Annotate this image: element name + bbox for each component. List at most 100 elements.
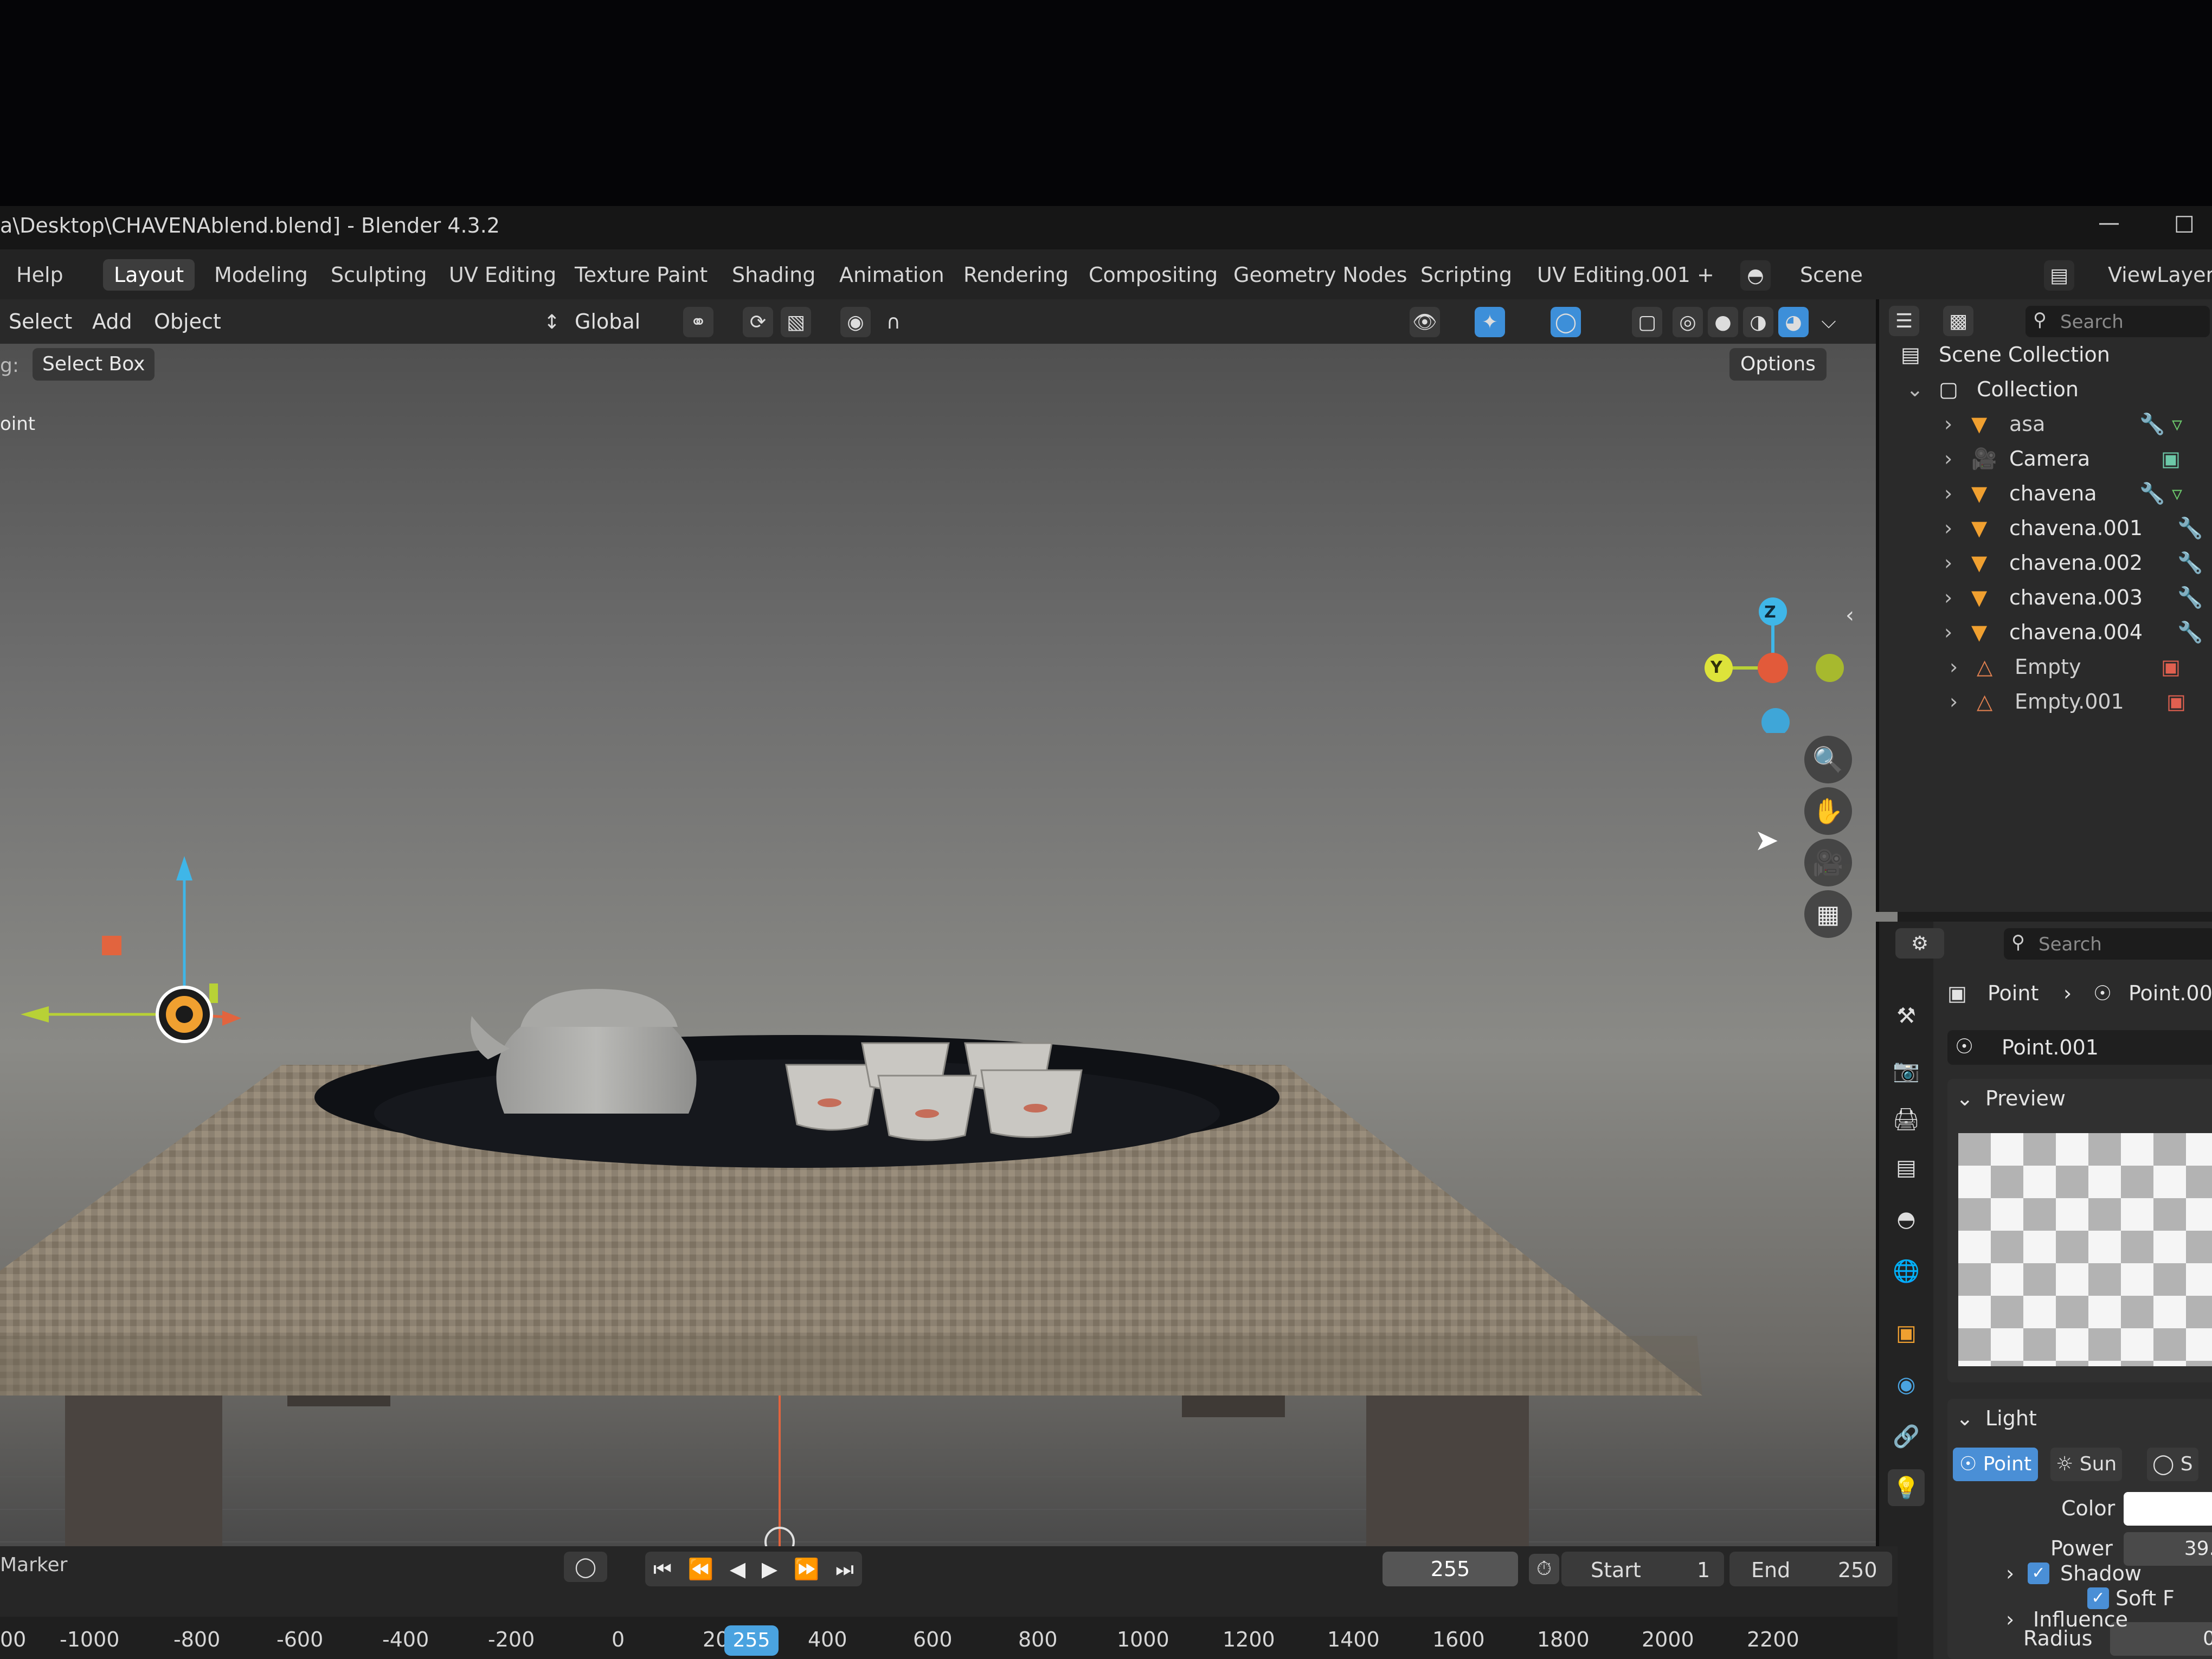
chevron-right-icon[interactable]: › — [1944, 511, 1952, 545]
pan-hand-icon[interactable]: ✋ — [1804, 787, 1852, 835]
snap-target-icon[interactable]: ▧ — [781, 307, 811, 337]
falloff-icon[interactable]: ∩ — [878, 307, 909, 337]
auto-keying-icon[interactable]: ◯ — [564, 1552, 607, 1582]
outliner-item-camera[interactable]: › 🎥 Camera ▣ — [1879, 441, 2212, 476]
view-layer-icon[interactable]: ▤ — [2044, 260, 2074, 291]
transform-orientation-dropdown[interactable]: Global — [575, 306, 640, 337]
start-frame-field[interactable]: Start 1 — [1561, 1552, 1724, 1586]
previous-keyframe-icon[interactable]: ⏪ — [688, 1557, 713, 1581]
outliner-item-empty[interactable]: › △ Empty ▣ — [1879, 650, 2212, 684]
chevron-right-icon[interactable]: › — [1944, 476, 1952, 511]
wrench-icon[interactable]: 🔧 — [2177, 511, 2203, 545]
chevron-right-icon[interactable]: › — [1944, 441, 1952, 476]
scene-selector[interactable]: Scene — [1800, 259, 1863, 291]
outliner-filter-icon[interactable]: ▩ — [1943, 306, 1973, 336]
outliner-item-chavena-002[interactable]: › ▼ chavena.002 🔧 — [1879, 545, 2212, 580]
material-shading-icon[interactable]: ◑ — [1743, 307, 1773, 337]
light-type-spot[interactable]: ◯ S — [2147, 1448, 2198, 1481]
output-tab-icon[interactable]: 🖨 — [1888, 1101, 1925, 1137]
camera-view-icon[interactable]: 🎥 — [1804, 839, 1852, 886]
chevron-right-icon[interactable]: › — [1944, 545, 1952, 580]
snap-icon[interactable]: ⟳ — [743, 307, 773, 337]
play-icon[interactable]: ▶ — [762, 1557, 777, 1581]
playhead-frame[interactable]: 255 — [724, 1625, 779, 1656]
chevron-down-icon[interactable]: ⌄ — [1956, 1406, 1973, 1430]
image-empty-icon[interactable]: ▣ — [2166, 684, 2186, 719]
light-color-swatch[interactable] — [2124, 1492, 2212, 1526]
preview-header[interactable]: Preview — [1985, 1086, 2066, 1110]
chevron-right-icon[interactable]: › — [1950, 650, 1958, 684]
outliner-item-chavena-004[interactable]: › ▼ chavena.004 🔧 — [1879, 615, 2212, 650]
tab-scripting[interactable]: Scripting — [1410, 259, 1523, 291]
outliner-item-empty-001[interactable]: › △ Empty.001 ▣ — [1879, 684, 2212, 719]
add-menu[interactable]: Add — [92, 306, 132, 337]
current-frame-field[interactable]: 255 — [1382, 1552, 1518, 1586]
sidebar-toggle-chevron-icon[interactable]: ‹ — [1846, 603, 1854, 628]
tab-layout[interactable]: Layout — [103, 259, 195, 291]
wrench-icon[interactable]: 🔧 — [2177, 615, 2203, 650]
solid-shading-icon[interactable]: ● — [1708, 307, 1738, 337]
tab-uv-editing-001[interactable]: UV Editing.001 — [1526, 259, 1701, 291]
light-datablock-selector[interactable]: ☉ Point.001 — [1947, 1030, 2212, 1065]
wireframe-shading-icon[interactable]: ◎ — [1673, 307, 1703, 337]
xray-toggle-icon[interactable]: ▢ — [1632, 307, 1662, 337]
jump-to-end-icon[interactable]: ⏭ — [835, 1557, 854, 1581]
influence-subpanel[interactable]: › Influence — [2006, 1602, 2212, 1640]
tab-rendering[interactable]: Rendering — [953, 259, 1079, 291]
image-empty-icon[interactable]: ▣ — [2161, 650, 2181, 684]
light-type-sun[interactable]: ☼ Sun — [2050, 1448, 2123, 1481]
proportional-edit-icon[interactable]: ◉ — [840, 307, 871, 337]
outliner-item-asa[interactable]: › ▼ asa 🔧 ▿ — [1879, 407, 2212, 441]
tool-tab-icon[interactable]: ⚒ — [1888, 998, 1925, 1034]
properties-search-input[interactable]: ⚲ Search — [2004, 928, 2212, 960]
overlay-toggle-icon[interactable]: ◯ — [1551, 307, 1581, 337]
world-tab-icon[interactable]: 🌐 — [1888, 1252, 1925, 1289]
chevron-down-icon[interactable]: ⌄ — [1906, 372, 1924, 407]
marker-menu[interactable]: Marker — [0, 1554, 67, 1576]
outliner-search-input[interactable]: ⚲ Search — [2025, 306, 2210, 337]
help-menu[interactable]: Help — [5, 259, 74, 291]
next-keyframe-icon[interactable]: ⏩ — [794, 1557, 819, 1581]
play-reverse-icon[interactable]: ◀ — [730, 1557, 745, 1581]
add-workspace-button[interactable]: + — [1686, 259, 1725, 291]
scene-icon[interactable]: ◓ — [1740, 260, 1771, 291]
outliner-display-mode-icon[interactable]: ☰ — [1889, 306, 1919, 336]
chevron-right-icon[interactable]: › — [1944, 407, 1952, 441]
rendered-shading-icon[interactable]: ◕ — [1778, 307, 1809, 337]
light-type-point[interactable]: ☉ Point — [1953, 1448, 2039, 1481]
perspective-grid-icon[interactable]: ▦ — [1804, 890, 1852, 938]
tab-sculpting[interactable]: Sculpting — [320, 259, 438, 291]
light-header[interactable]: Light — [1985, 1406, 2037, 1430]
outliner-item-chavena-003[interactable]: › ▼ chavena.003 🔧 — [1879, 580, 2212, 615]
3d-viewport[interactable]: Select Add Object ↕ Global ⚭ ⟳ ▧ ◉ ∩ 👁 ✦… — [0, 299, 1898, 1546]
constraints-tab-icon[interactable]: 🔗 — [1888, 1418, 1925, 1455]
chevron-down-icon[interactable]: ⌵ — [1814, 307, 1844, 337]
minimize-button[interactable]: — — [2098, 210, 2120, 235]
select-menu[interactable]: Select — [9, 306, 72, 337]
chevron-right-icon[interactable]: › — [1944, 615, 1952, 650]
object-tab-icon[interactable]: ▣ — [1888, 1315, 1925, 1352]
wrench-icon[interactable]: 🔧 — [2139, 476, 2165, 511]
object-menu[interactable]: Object — [154, 306, 221, 337]
scene-tab-icon[interactable]: ◓ — [1888, 1201, 1925, 1238]
physics-tab-icon[interactable]: ◉ — [1888, 1366, 1925, 1403]
chevron-right-icon[interactable]: › — [1950, 684, 1958, 719]
end-frame-field[interactable]: End 250 — [1729, 1552, 1892, 1586]
tab-modeling[interactable]: Modeling — [203, 259, 319, 291]
view-layer-selector[interactable]: ViewLayer — [2108, 259, 2212, 291]
zoom-icon[interactable]: 🔍 — [1804, 736, 1852, 783]
render-tab-icon[interactable]: 📷 — [1888, 1052, 1925, 1089]
outliner-item-chavena[interactable]: › ▼ chavena 🔧 ▿ — [1879, 476, 2212, 511]
pivot-point-icon[interactable]: ⚭ — [683, 307, 713, 337]
outliner-item-chavena-001[interactable]: › ▼ chavena.001 🔧 — [1879, 511, 2212, 545]
view-layer-tab-icon[interactable]: ▤ — [1888, 1149, 1925, 1186]
wrench-icon[interactable]: 🔧 — [2177, 580, 2203, 615]
wrench-icon[interactable]: 🔧 — [2177, 545, 2203, 580]
chevron-down-icon[interactable]: ⌄ — [1956, 1086, 1973, 1110]
shadow-subpanel[interactable]: › ✓ Shadow — [2006, 1556, 2212, 1594]
light-data-tab-icon[interactable]: 💡 — [1888, 1469, 1925, 1506]
mesh-data-icon[interactable]: ▿ — [2172, 407, 2182, 441]
tab-texture-paint[interactable]: Texture Paint — [564, 259, 718, 291]
editor-type-icon[interactable]: ⚙ — [1895, 928, 1944, 959]
maximize-button[interactable]: □ — [2174, 210, 2195, 235]
